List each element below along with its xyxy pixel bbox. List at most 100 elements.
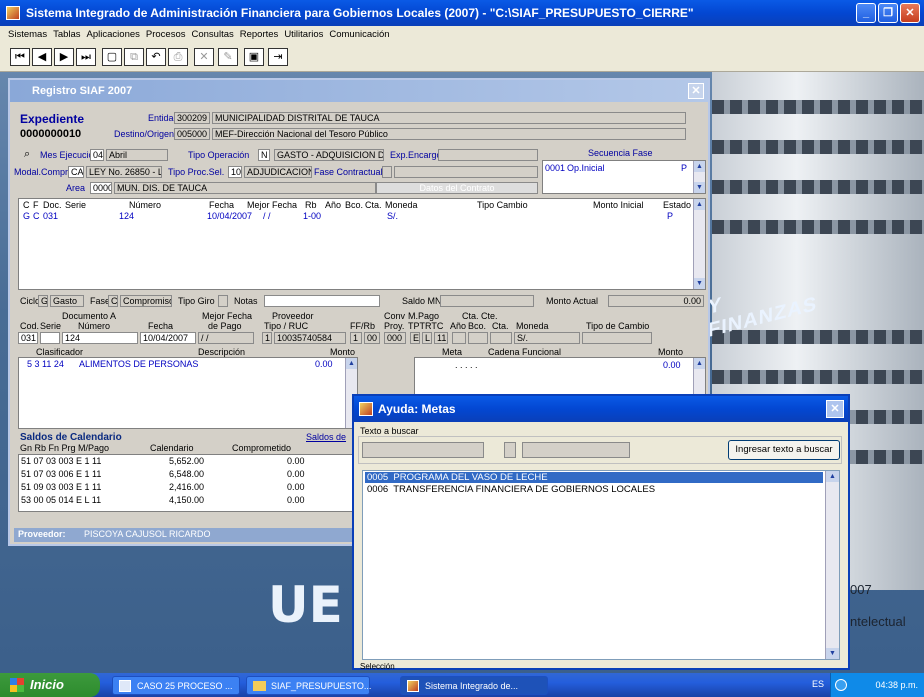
doc-tipo-field[interactable]: 1 [262,332,272,344]
cod-label: Cod. [20,321,40,331]
maximize-button[interactable]: ❐ [878,3,898,23]
tipo-proc-label: Tipo Proc.Sel. [168,167,225,177]
doc-anio-field[interactable] [452,332,466,344]
doc-fecha-field[interactable]: 10/04/2007 [140,332,196,344]
list-item[interactable]: 5 3 11 24 ALIMENTOS DE PERSONAS 0.00 [19,359,345,371]
menu-comunicacion[interactable]: Comunicación [329,29,389,40]
print-icon[interactable]: ⎙ [168,48,188,66]
secuencia-scrollbar[interactable]: ▲ ▼ [693,161,705,193]
network-icon[interactable] [835,679,847,691]
documents-scrollbar[interactable]: ▲ ▼ [693,199,705,289]
clasificador-label: Clasificador [36,347,84,357]
exp-encargo-field[interactable] [438,149,538,161]
doc-tr-field[interactable]: L [422,332,432,344]
task-sistema-integrado[interactable]: Sistema Integrado de... [400,676,548,695]
datos-contrato-button[interactable]: Datos del Contrato [376,182,538,194]
undo-icon[interactable]: ↶ [146,48,166,66]
next-record-icon[interactable]: ▶ [54,48,74,66]
start-button[interactable]: Inicio [0,673,100,697]
doc-cta-field[interactable] [490,332,512,344]
doc-cod-field[interactable]: 031 [18,332,38,344]
table-row[interactable]: 51 07 03 006 E 1 11 6,548.00 0.00 [19,469,357,481]
saldo-comprometido: 0.00 [287,469,305,479]
metas-scrollbar[interactable]: ▲ [693,358,705,396]
mes-code-field[interactable]: 04 [90,149,104,161]
language-indicator[interactable]: ES [812,679,824,689]
minimize-button[interactable]: _ [856,3,876,23]
last-record-icon[interactable]: ⏭ [76,48,96,66]
saldos-link[interactable]: Saldos de [306,432,346,442]
doc-tipo-cambio-field[interactable] [582,332,652,344]
first-record-icon[interactable]: ⏮ [10,48,30,66]
menu-sistemas[interactable]: Sistemas [8,29,47,40]
fase-label: Fase [90,296,111,306]
new-document-icon[interactable]: ▢ [102,48,122,66]
doc-mejor-fecha-field[interactable]: / / [198,332,254,344]
clock[interactable]: 04:38 p.m. [875,680,918,690]
menu-aplicaciones[interactable]: Aplicaciones [87,29,140,40]
entidad-code: 300209 [174,112,210,124]
search-field-1[interactable] [362,442,484,458]
ciclo-name: Gasto [50,295,84,307]
fase-contractual-field[interactable] [382,166,392,178]
list-item[interactable]: 0006 TRANSFERENCIA FINANCIERA DE GOBIERN… [365,484,657,495]
close-button[interactable]: ✕ [900,3,920,23]
tipo-operacion-label: Tipo Operación [188,150,250,160]
saldo-calendario: 6,548.00 [169,469,205,479]
grid-header-rb: Rb [305,200,317,210]
search-field-2[interactable] [504,442,516,458]
modal-compra-label: Modal.Compra [14,167,74,177]
doc-moneda-field[interactable]: S/. [514,332,580,344]
menu-consultas[interactable]: Consultas [192,29,234,40]
search-field-3[interactable] [522,442,630,458]
ingresar-texto-button[interactable]: Ingresar texto a buscar [728,440,840,460]
doc-ruc-field[interactable]: 10035740584 [274,332,346,344]
tipo-proc-code-field[interactable]: 10 [228,166,242,178]
doc-tp-field[interactable]: E [410,332,420,344]
edit-icon[interactable]: ✎ [218,48,238,66]
doc-rb-field[interactable]: 00 [364,332,380,344]
binoculars-icon[interactable]: ⌕ [24,148,30,161]
saldos-header-key: Gn Rb Fn Prg M/Pago [20,443,110,453]
modal-code-field[interactable]: CA [68,166,84,178]
area-code-field[interactable]: 0000 [90,182,112,194]
meta-label: Meta [442,347,463,357]
table-row[interactable]: 53 00 05 014 E L 11 4,150.00 0.00 [19,495,357,507]
save-icon[interactable]: ▣ [244,48,264,66]
list-item[interactable]: 0005 PROGRAMA DEL VASO DE LECHE [365,472,823,483]
tipo-giro-field[interactable] [218,295,228,307]
metas-list-scrollbar[interactable]: ▲ ▼ [825,471,839,659]
ayuda-close-icon[interactable]: ✕ [826,400,844,418]
task-siaf-folder[interactable]: SIAF_PRESUPUESTO... [246,676,371,695]
doc-tc-field[interactable]: 11 [434,332,448,344]
doc-ff-field[interactable]: 1 [350,332,362,344]
copy-icon[interactable]: ⧉ [124,48,144,66]
doc-numero-field[interactable]: 124 [62,332,138,344]
doc-proy-field[interactable]: 000 [384,332,406,344]
siaf-titlebar: Registro SIAF 2007 ✕ [10,80,708,102]
menu-utilitarios[interactable]: Utilitarios [284,29,323,40]
moneda-label: Moneda [516,321,549,331]
secuencia-name[interactable]: Op.Inicial [567,163,605,173]
table-row[interactable]: 51 07 03 003 E 1 11 5,652.00 0.00 [19,456,357,468]
menu-reportes[interactable]: Reportes [240,29,279,40]
table-row[interactable]: 51 09 03 003 E 1 11 2,416.00 0.00 [19,482,357,494]
bco-label: Bco. [468,321,487,331]
notas-label: Notas [234,296,258,306]
menu-procesos[interactable]: Procesos [146,29,186,40]
siaf-close-icon[interactable]: ✕ [688,83,704,99]
prev-record-icon[interactable]: ◀ [32,48,52,66]
descripcion-label: Descripción [198,347,246,357]
notas-field[interactable] [264,295,380,307]
expediente-number: 0000000010 [20,128,82,140]
doc-bco-field[interactable] [468,332,488,344]
cta-label: Cta. [492,321,509,331]
menu-tablas[interactable]: Tablas [53,29,80,40]
table-row[interactable]: G C 031 124 10/04/2007 / / 1-00 S/. P [19,211,693,223]
delete-icon[interactable]: ✕ [194,48,214,66]
exit-icon[interactable]: ⇥ [268,48,288,66]
secuencia-num[interactable]: 0001 [545,163,565,173]
task-caso25[interactable]: CASO 25 PROCESO ... [112,676,240,695]
doc-serie-field[interactable] [40,332,60,344]
tipo-op-code-field[interactable]: N [258,149,270,161]
